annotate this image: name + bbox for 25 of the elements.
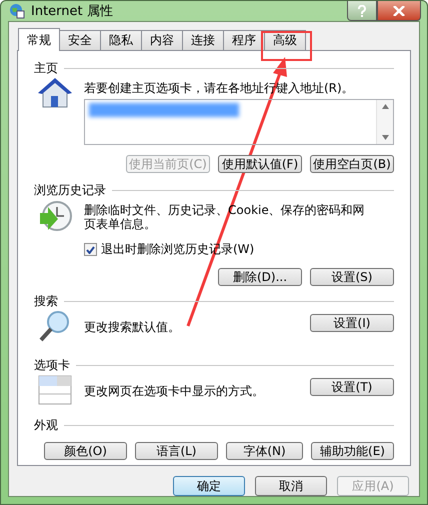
dialog-button[interactable]: 确定 — [173, 476, 245, 496]
section-heading: 主页 — [34, 60, 58, 76]
search-settings-button[interactable]: 设置(I) — [310, 314, 394, 332]
tab[interactable]: 安全 — [59, 30, 101, 51]
home-page-button[interactable]: 使用默认值(F) — [218, 155, 302, 173]
section-heading: 搜索 — [34, 292, 58, 310]
dialog-button[interactable]: 取消 — [255, 476, 327, 496]
tab[interactable]: 内容 — [141, 30, 183, 51]
appearance-button[interactable]: 辅助功能(E) — [311, 442, 394, 460]
appearance-button[interactable]: 字体(N) — [226, 442, 304, 460]
tab[interactable]: 连接 — [182, 30, 224, 51]
section-heading: 外观 — [34, 416, 58, 434]
appearance-button[interactable]: 颜色(O) — [44, 442, 127, 460]
home-page-button[interactable]: 使用空白页(B) — [310, 155, 394, 173]
window-title: Internet 属性 — [31, 3, 113, 20]
history-button[interactable]: 删除(D)... — [218, 268, 302, 286]
tab[interactable]: 常规 — [18, 28, 60, 51]
section-heading: 浏览历史记录 — [34, 182, 106, 198]
tab[interactable]: 隐私 — [100, 30, 142, 51]
section-heading: 选项卡 — [34, 356, 70, 374]
description-text: 更改网页在选项卡中显示的方式。 — [84, 384, 264, 400]
appearance-button[interactable]: 语言(L) — [134, 442, 218, 460]
history-button[interactable]: 设置(S) — [310, 268, 394, 286]
tabs-settings-button[interactable]: 设置(T) — [310, 378, 394, 396]
description-text: 更改搜索默认值。 — [84, 320, 180, 336]
